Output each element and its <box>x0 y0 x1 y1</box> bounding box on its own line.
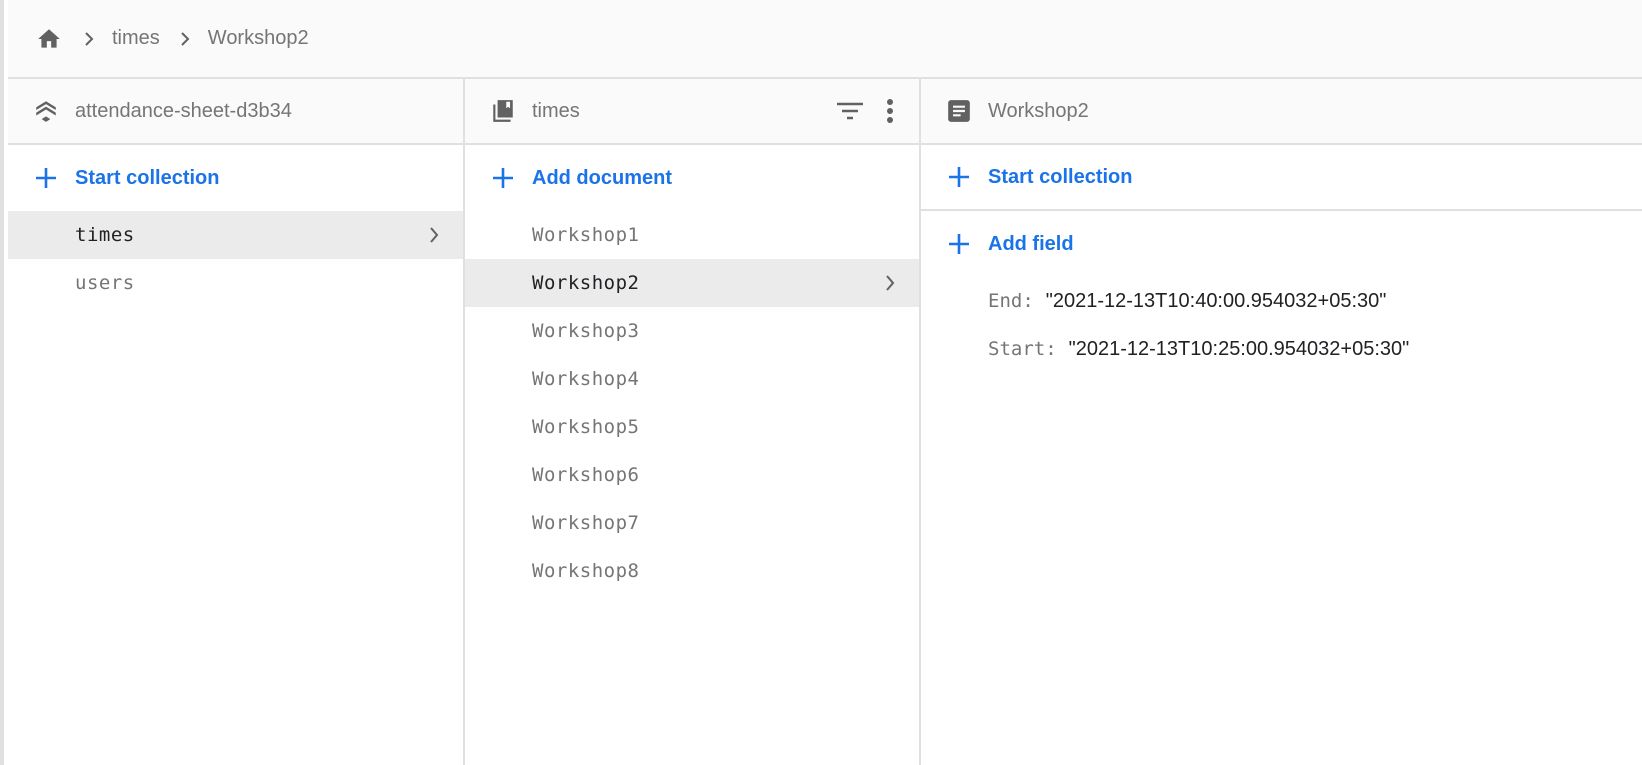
document-item[interactable]: Workshop2 <box>465 259 919 307</box>
collection-column-header: times <box>465 79 919 145</box>
field-key: Start: <box>988 338 1057 360</box>
document-item[interactable]: Workshop1 <box>465 211 919 259</box>
collection-title: times <box>532 99 580 122</box>
start-collection-button[interactable]: Start collection <box>8 145 463 211</box>
document-item[interactable]: Workshop5 <box>465 403 919 451</box>
field-list: End: "2021-12-13T10:40:00.954032+05:30" … <box>921 277 1642 373</box>
root-column-header: attendance-sheet-d3b34 <box>8 79 463 145</box>
field-row-start[interactable]: Start: "2021-12-13T10:25:00.954032+05:30… <box>921 325 1642 373</box>
document-item[interactable]: Workshop4 <box>465 355 919 403</box>
chevron-right-icon <box>180 31 190 46</box>
plus-icon <box>489 164 517 192</box>
chevron-right-icon <box>427 225 441 245</box>
start-collection-label: Start collection <box>75 166 220 189</box>
document-item-label: Workshop1 <box>532 224 640 246</box>
home-icon[interactable] <box>34 24 64 54</box>
document-item-label: Workshop5 <box>532 416 640 438</box>
document-item[interactable]: Workshop8 <box>465 547 919 595</box>
plus-icon <box>945 230 973 258</box>
plus-icon <box>32 164 60 192</box>
filter-icon[interactable] <box>835 96 865 126</box>
document-item-label: Workshop4 <box>532 368 640 390</box>
start-collection-label: Start collection <box>988 165 1133 188</box>
collection-column: times Add document Workshop1 Workshop2 W… <box>465 79 921 765</box>
document-column-header: Workshop2 <box>921 79 1642 145</box>
document-item-label: Workshop6 <box>532 464 640 486</box>
document-icon <box>945 97 973 125</box>
document-item-label: Workshop7 <box>532 512 640 534</box>
document-item-label: Workshop3 <box>532 320 640 342</box>
chevron-right-icon <box>84 31 94 46</box>
project-title: attendance-sheet-d3b34 <box>75 99 292 122</box>
document-item[interactable]: Workshop6 <box>465 451 919 499</box>
document-title: Workshop2 <box>988 99 1089 122</box>
firestore-data-viewer: times Workshop2 attendance-sheet-d3b34 S… <box>0 0 1642 765</box>
add-field-button[interactable]: Add field <box>921 211 1642 277</box>
add-document-button[interactable]: Add document <box>465 145 919 211</box>
breadcrumb-item-times[interactable]: times <box>112 27 160 50</box>
field-row-end[interactable]: End: "2021-12-13T10:40:00.954032+05:30" <box>921 277 1642 325</box>
document-item[interactable]: Workshop7 <box>465 499 919 547</box>
document-list: Workshop1 Workshop2 Workshop3 Workshop4 … <box>465 211 919 595</box>
field-value: "2021-12-13T10:40:00.954032+05:30" <box>1045 289 1387 312</box>
firestore-database-icon <box>32 97 60 125</box>
collection-actions <box>835 79 905 143</box>
collection-item-label: users <box>75 272 135 294</box>
field-key: End: <box>988 290 1034 312</box>
start-subcollection-button[interactable]: Start collection <box>921 145 1642 211</box>
collection-item-users[interactable]: users <box>8 259 463 307</box>
document-item-label: Workshop8 <box>532 560 640 582</box>
add-field-label: Add field <box>988 232 1074 255</box>
field-value: "2021-12-13T10:25:00.954032+05:30" <box>1068 337 1410 360</box>
document-item[interactable]: Workshop3 <box>465 307 919 355</box>
document-item-label: Workshop2 <box>532 272 640 294</box>
collection-item-times[interactable]: times <box>8 211 463 259</box>
document-column: Workshop2 Start collection Add field End… <box>921 79 1642 765</box>
breadcrumb: times Workshop2 <box>8 0 1642 79</box>
collection-list: times users <box>8 211 463 307</box>
add-document-label: Add document <box>532 166 672 189</box>
collection-item-label: times <box>75 224 135 246</box>
plus-icon <box>945 163 973 191</box>
chevron-right-icon <box>883 273 897 293</box>
more-vert-icon[interactable] <box>875 96 905 126</box>
root-column: attendance-sheet-d3b34 Start collection … <box>8 79 465 765</box>
breadcrumb-item-workshop2[interactable]: Workshop2 <box>208 27 309 50</box>
collection-icon <box>489 97 517 125</box>
